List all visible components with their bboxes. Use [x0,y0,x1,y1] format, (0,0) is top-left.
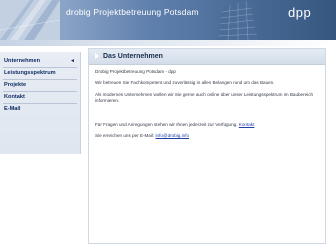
triangle-bullet-icon [95,53,99,59]
contact-link[interactable]: Kontakt [239,122,255,127]
online-info-line-2: informieren. [95,98,120,103]
content-panel: Das Unternehmen Drobig Projektbetreuung … [88,48,326,244]
header-banner: drobig Projektbetreuung Potsdam dpp [0,0,336,40]
content-panel-header: Das Unternehmen [89,49,325,65]
online-info-line-1: Als modernes Unternehmen wollen wir Sie … [95,92,314,97]
active-arrow-icon: ◄ [70,58,75,64]
header-decoration-graphic [0,0,60,40]
email-text: Sie erreichen uns per E-Mail: [95,133,155,138]
nav-item-label: Kontakt [4,94,25,100]
nav-item-kontakt[interactable]: Kontakt [0,92,80,102]
description-paragraph: Wir betreuen Sie Fachkompetent und zuver… [95,80,275,85]
nav-item-leistungsspektrum[interactable]: Leistungsspektrum [0,68,80,78]
building-graphic [216,0,258,40]
nav-item-email[interactable]: E-Mail [0,104,80,114]
contact-paragraph: Für Fragen und Anregungen stehen wir Ihn… [95,122,254,129]
nav-item-label: Projekte [4,82,27,88]
logo-text[interactable]: dpp [288,5,311,20]
page-title: Das Unternehmen [103,53,163,60]
header-band [0,40,336,46]
nav-item-label: E-Mail [4,106,21,112]
contact-text: Für Fragen und Anregungen stehen wir Ihn… [95,122,238,127]
nav-item-projekte[interactable]: Projekte [0,80,80,90]
nav-item-label: Unternehmen [4,58,41,64]
brand-name: drobig Projektbetreuung Potsdam [66,7,199,17]
nav-item-unternehmen[interactable]: Unternehmen ◄ [0,56,80,66]
intro-line: Drobig Projektbetreuung Potsdam - dpp [95,69,176,74]
sidebar-nav: Unternehmen ◄ Leistungsspektrum Projekte… [0,52,81,154]
email-link[interactable]: info@drobig.info [156,133,190,138]
email-paragraph: Sie erreichen uns per E-Mail: info@drobi… [95,133,189,140]
nav-item-label: Leistungsspektrum [4,70,56,76]
